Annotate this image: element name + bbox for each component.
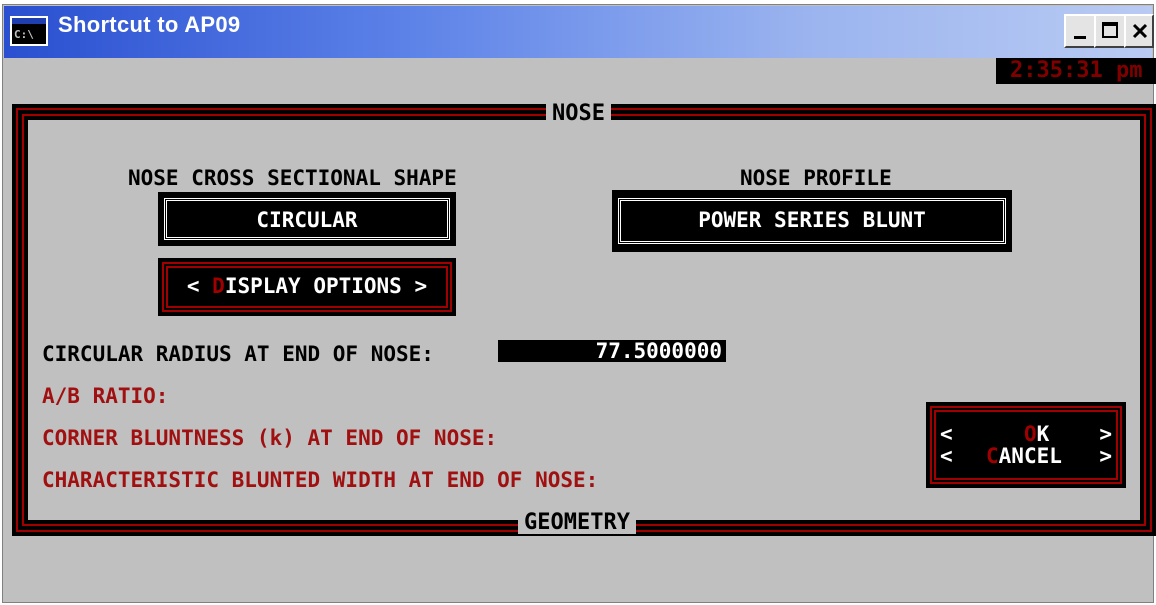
minimize-icon xyxy=(1074,36,1086,39)
ok-label: K xyxy=(1036,422,1050,446)
cancel-right-arrow: > xyxy=(1099,444,1112,468)
cross-section-value: CIRCULAR xyxy=(256,208,358,232)
profile-select[interactable]: POWER SERIES BLUNT xyxy=(612,190,1012,252)
display-options-label: < DISPLAY OPTIONS > xyxy=(186,274,428,298)
ok-left-arrow: < xyxy=(940,422,953,446)
profile-value: POWER SERIES BLUNT xyxy=(698,208,926,232)
ok-right-arrow: > xyxy=(1099,422,1112,446)
radius-input[interactable]: 77.5000000 xyxy=(498,340,726,362)
corner-bluntness-label: CORNER BLUNTNESS (k) AT END OF NOSE: xyxy=(42,426,498,450)
cancel-left-arrow: < xyxy=(940,444,953,468)
window-title: Shortcut to AP09 xyxy=(58,12,241,37)
profile-label: NOSE PROFILE xyxy=(740,166,892,190)
ab-ratio-label: A/B RATIO: xyxy=(42,384,169,408)
radius-label: CIRCULAR RADIUS AT END OF NOSE: xyxy=(42,342,434,366)
clock: 2:35:31 pm xyxy=(996,58,1156,84)
cancel-hotkey: C xyxy=(986,444,999,468)
cross-section-label: NOSE CROSS SECTIONAL SHAPE xyxy=(128,166,457,190)
maximize-button[interactable] xyxy=(1094,14,1126,48)
console-icon: C:\ xyxy=(10,16,48,46)
frame-title-geometry: GEOMETRY xyxy=(518,512,636,534)
blunted-width-label: CHARACTERISTIC BLUNTED WIDTH AT END OF N… xyxy=(42,468,599,492)
cross-section-select[interactable]: CIRCULAR xyxy=(158,192,456,246)
close-icon xyxy=(1132,23,1148,39)
minimize-button[interactable] xyxy=(1064,14,1096,48)
cancel-label: ANCEL xyxy=(998,444,1062,468)
console-icon-text: C:\ xyxy=(14,28,34,41)
ok-button[interactable]: < OK > xyxy=(940,422,1112,446)
ok-cancel-box: < OK > < CANCEL > xyxy=(926,402,1126,488)
ok-hotkey: O xyxy=(1024,422,1037,446)
display-options-button[interactable]: < DISPLAY OPTIONS > xyxy=(158,258,456,316)
frame-title-nose: NOSE xyxy=(546,103,611,125)
cancel-button[interactable]: < CANCEL > xyxy=(940,444,1112,468)
maximize-icon xyxy=(1102,22,1118,38)
close-button[interactable] xyxy=(1124,14,1154,48)
